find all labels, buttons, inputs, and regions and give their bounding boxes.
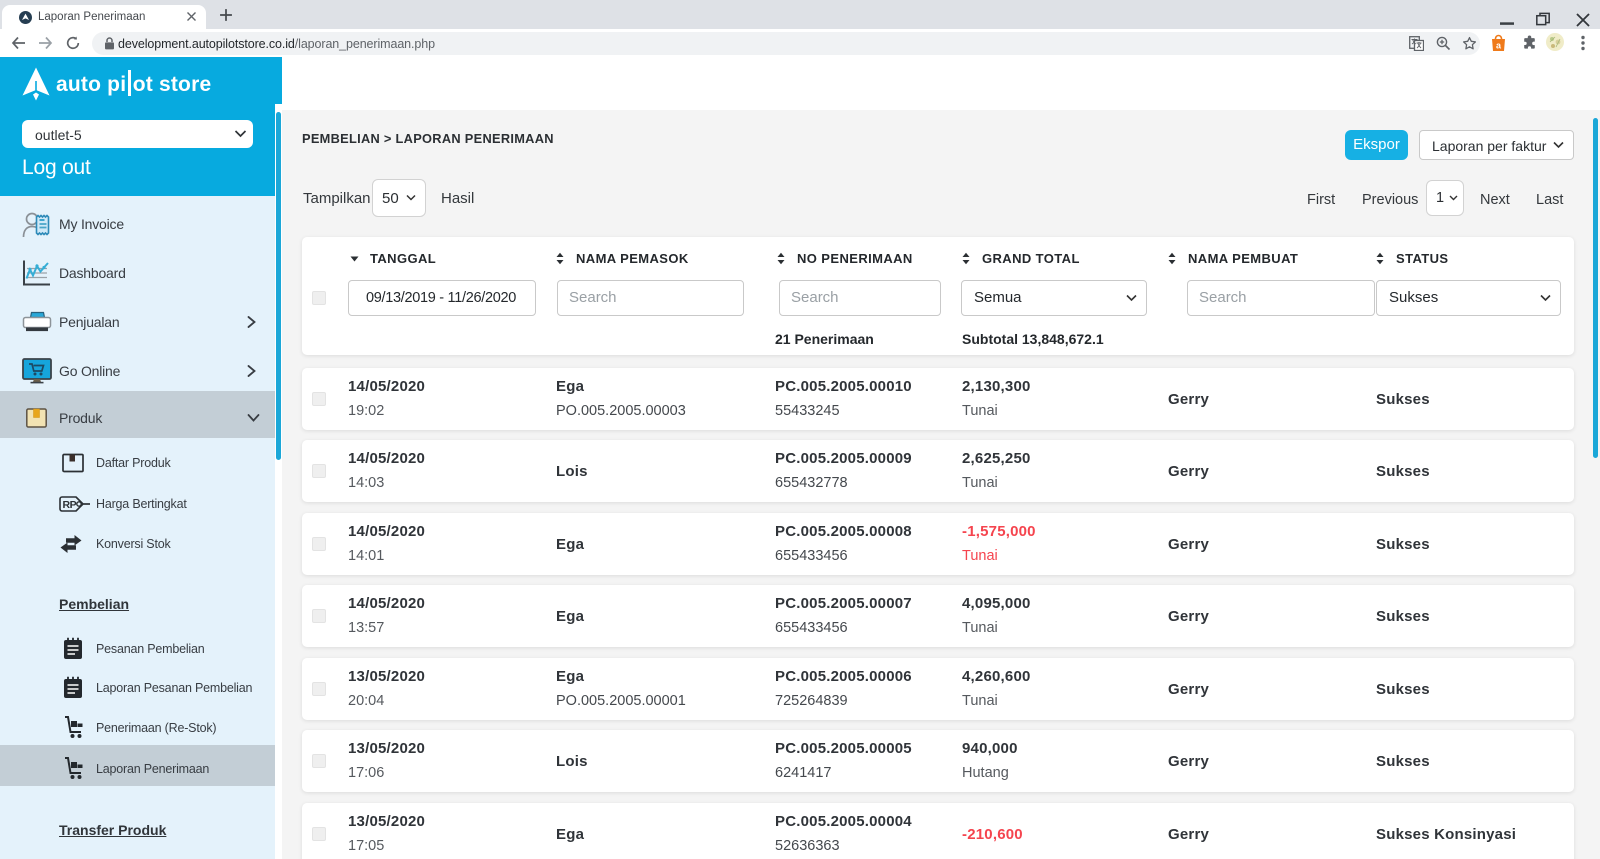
svg-text:RP: RP (63, 499, 77, 511)
